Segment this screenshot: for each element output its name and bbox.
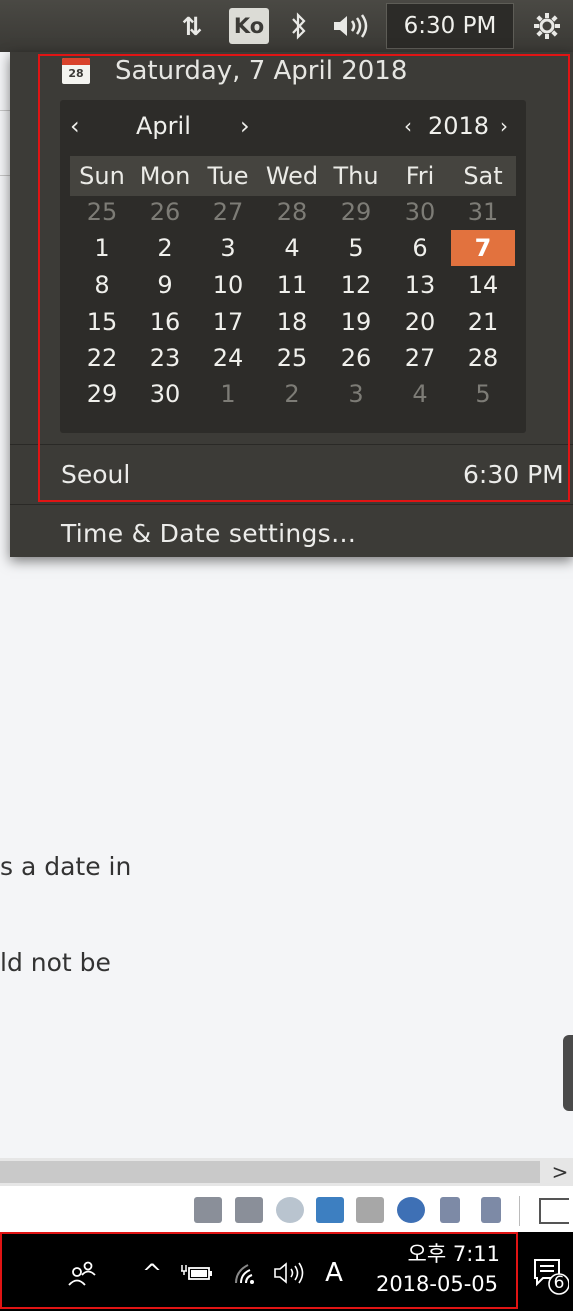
calendar-day[interactable]: 25	[70, 194, 134, 230]
bluetooth-icon[interactable]	[284, 0, 314, 52]
printer-icon[interactable]	[356, 1197, 384, 1223]
weekday-header: Fri	[405, 162, 435, 190]
network-updown-icon[interactable]: ⇅	[166, 0, 212, 52]
location-time[interactable]: 6:30 PM	[463, 460, 564, 489]
weekday-header: Wed	[265, 162, 319, 190]
calendar-day[interactable]: 10	[196, 267, 260, 303]
calendar-day-selected[interactable]: 7	[451, 230, 515, 266]
calendar-day[interactable]: 19	[324, 304, 388, 340]
weekday-header: Mon	[139, 162, 191, 190]
calendar-day[interactable]: 29	[324, 194, 388, 230]
calendar-day[interactable]: 1	[196, 376, 260, 412]
calendar-day[interactable]: 20	[388, 304, 452, 340]
calendar-day[interactable]: 31	[451, 194, 515, 230]
optical-drive-icon[interactable]	[276, 1197, 304, 1223]
calendar-day[interactable]: 6	[388, 230, 452, 266]
weekday-header: Tue	[207, 162, 249, 190]
menu-separator	[10, 444, 573, 445]
calendar-day[interactable]: 27	[388, 340, 452, 376]
calendar-day[interactable]: 5	[324, 230, 388, 266]
calendar-day[interactable]: 4	[260, 230, 324, 266]
gear-icon[interactable]	[524, 0, 570, 52]
calendar-day[interactable]: 2	[260, 376, 324, 412]
weekday-header-row: Sun Mon Tue Wed Thu Fri Sat	[70, 156, 516, 196]
tray-divider	[519, 1196, 520, 1226]
document-text-line: ld not be	[0, 948, 111, 977]
location-name[interactable]: Seoul	[61, 460, 130, 489]
scrollbar-thumb[interactable]	[0, 1161, 540, 1183]
calendar-day[interactable]: 24	[196, 340, 260, 376]
calendar-day[interactable]: 27	[196, 194, 260, 230]
taskbar-clock-date[interactable]: 2018-05-05	[360, 1272, 498, 1296]
previous-month-button[interactable]: ‹	[70, 108, 90, 144]
note-icon[interactable]	[539, 1198, 569, 1224]
volume-icon[interactable]	[330, 0, 374, 52]
calendar-day[interactable]: 18	[260, 304, 324, 340]
calendar-day[interactable]: 23	[133, 340, 197, 376]
document-text-line: s a date in	[0, 852, 132, 881]
usb-device-icon[interactable]	[481, 1197, 501, 1223]
volume-icon[interactable]	[272, 1256, 308, 1290]
shared-folder-icon[interactable]	[397, 1197, 425, 1223]
calendar-day[interactable]: 15	[70, 304, 134, 340]
calendar-day[interactable]: 16	[133, 304, 197, 340]
next-month-button[interactable]: ›	[240, 108, 260, 144]
input-language-indicator[interactable]: A	[318, 1256, 350, 1290]
scroll-right-arrow[interactable]: >	[549, 1158, 571, 1186]
calendar-day[interactable]: 21	[451, 304, 515, 340]
calendar-day[interactable]: 3	[324, 376, 388, 412]
calendar-day[interactable]: 1	[70, 230, 134, 266]
calendar-day[interactable]: 29	[70, 376, 134, 412]
calendar-day[interactable]: 11	[260, 267, 324, 303]
network-adapter-icon[interactable]	[316, 1197, 344, 1223]
usb-device-icon[interactable]	[440, 1197, 460, 1223]
menu-separator	[10, 504, 573, 505]
calendar-day[interactable]: 26	[133, 194, 197, 230]
people-icon[interactable]	[64, 1256, 100, 1290]
current-date-header[interactable]: Saturday, 7 April 2018	[115, 56, 407, 86]
calendar-day[interactable]: 13	[388, 267, 452, 303]
weekday-header: Sun	[79, 162, 125, 190]
calendar-day[interactable]: 17	[196, 304, 260, 340]
show-hidden-icons-button[interactable]: ^	[138, 1256, 166, 1290]
calendar-day[interactable]: 2	[133, 230, 197, 266]
wifi-icon[interactable]	[232, 1256, 262, 1290]
notification-count-badge: 6	[553, 1273, 565, 1293]
calendar-day[interactable]: 28	[260, 194, 324, 230]
next-year-button[interactable]: ›	[500, 108, 516, 144]
action-center-icon[interactable]: 6	[533, 1256, 570, 1296]
calendar-day[interactable]: 3	[196, 230, 260, 266]
month-label: April	[136, 112, 191, 140]
weekday-header: Thu	[333, 162, 379, 190]
hard-disk-icon[interactable]	[194, 1197, 222, 1223]
calendar-day[interactable]: 12	[324, 267, 388, 303]
top-panel: ⇅ Ko 6:30 PM	[0, 0, 573, 52]
hard-disk-icon[interactable]	[235, 1197, 263, 1223]
calendar-day[interactable]: 30	[388, 194, 452, 230]
calendar-day[interactable]: 14	[451, 267, 515, 303]
year-label: 2018	[428, 112, 490, 140]
taskbar-clock-time[interactable]: 오후 7:11	[370, 1238, 500, 1268]
panel-clock[interactable]: 6:30 PM	[386, 3, 514, 49]
time-date-settings-menu-item[interactable]: Time & Date settings…	[61, 519, 356, 548]
calendar-day[interactable]: 30	[133, 376, 197, 412]
calendar-day[interactable]: 4	[388, 376, 452, 412]
calendar-day[interactable]: 9	[133, 267, 197, 303]
keyboard-language-indicator[interactable]: Ko	[229, 8, 269, 44]
calendar-day[interactable]: 8	[70, 267, 134, 303]
calendar-icon: 28	[62, 58, 90, 84]
calendar-day[interactable]: 5	[451, 376, 515, 412]
calendar-day[interactable]: 22	[70, 340, 134, 376]
weekday-header: Sat	[463, 162, 503, 190]
calendar-day[interactable]: 25	[260, 340, 324, 376]
calendar-day[interactable]: 26	[324, 340, 388, 376]
side-panel-tab[interactable]	[563, 1035, 573, 1111]
battery-icon[interactable]	[180, 1256, 214, 1290]
calendar-day[interactable]: 28	[451, 340, 515, 376]
previous-year-button[interactable]: ‹	[404, 108, 420, 144]
